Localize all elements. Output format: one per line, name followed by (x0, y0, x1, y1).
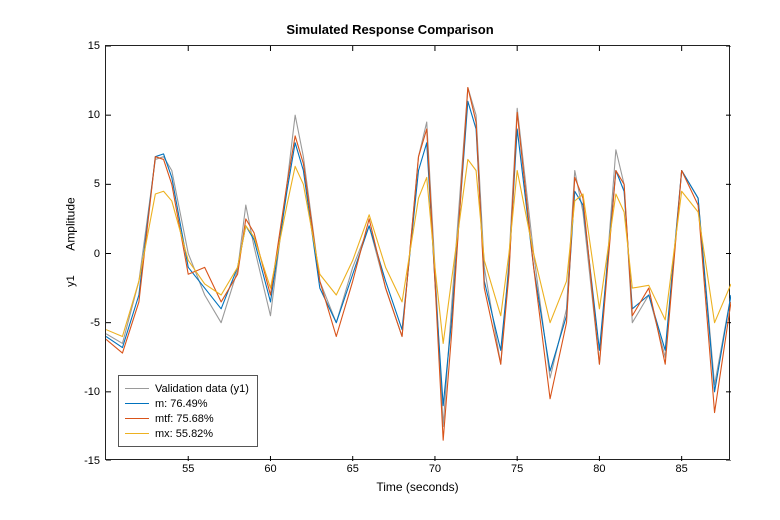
x-tick-label: 70 (429, 459, 441, 475)
legend-label: m: 76.49% (155, 398, 208, 410)
x-tick-label: 75 (511, 459, 523, 475)
legend-label: mx: 55.82% (155, 428, 213, 440)
plot-area[interactable]: Validation data (y1) m: 76.49% mtf: 75.68%… (105, 45, 730, 460)
legend-item[interactable]: m: 76.49% (125, 396, 249, 411)
y-tick-label: 5 (94, 178, 106, 190)
legend-swatch (125, 388, 149, 389)
y-tick-label: -10 (84, 386, 106, 398)
legend[interactable]: Validation data (y1) m: 76.49% mtf: 75.68%… (118, 375, 258, 447)
x-tick-label: 85 (676, 459, 688, 475)
y-tick-label: -15 (84, 455, 106, 467)
legend-swatch (125, 433, 149, 434)
legend-item[interactable]: mx: 55.82% (125, 426, 249, 441)
y-tick-label: -5 (90, 317, 106, 329)
legend-swatch (125, 418, 149, 419)
y-axis-label-group: Amplitude y1 (44, 217, 97, 287)
y-tick-label: 15 (88, 40, 106, 52)
legend-item[interactable]: mtf: 75.68% (125, 411, 249, 426)
legend-label: mtf: 75.68% (155, 413, 214, 425)
y-tick-label: 10 (88, 109, 106, 121)
x-tick-label: 80 (593, 459, 605, 475)
chart-title: Simulated Response Comparison (0, 22, 780, 37)
x-axis-label: Time (seconds) (376, 480, 458, 494)
figure: { "chart_data": { "type": "line", "title… (0, 0, 780, 520)
x-tick-label: 65 (347, 459, 359, 475)
x-tick-label: 55 (182, 459, 194, 475)
legend-swatch (125, 403, 149, 404)
legend-label: Validation data (y1) (155, 383, 249, 395)
x-tick-label: 60 (264, 459, 276, 475)
y-tick-label: 0 (94, 248, 106, 260)
y-axis-sublabel: y1 (65, 275, 77, 287)
legend-item[interactable]: Validation data (y1) (125, 381, 249, 396)
y-axis-label: Amplitude (64, 197, 78, 250)
